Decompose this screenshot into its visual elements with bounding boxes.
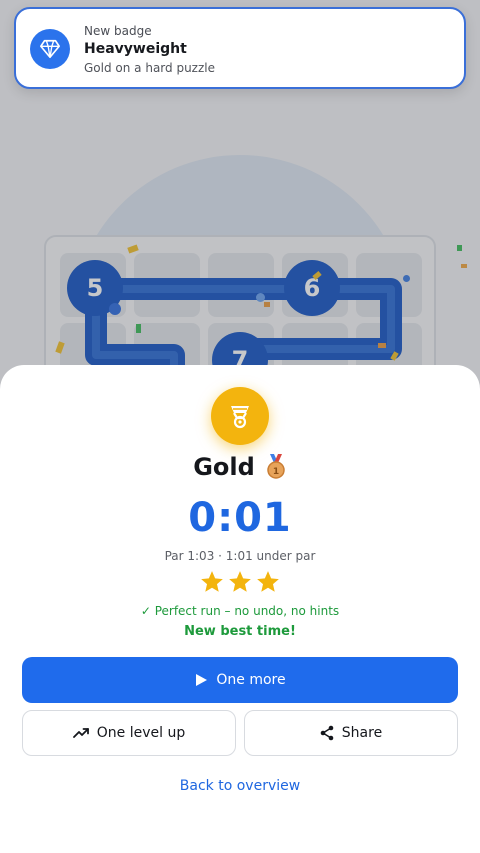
bronze-medal-icon: 1 (265, 454, 287, 480)
badge-toast[interactable]: New badge Heavyweight Gold on a hard puz… (14, 7, 466, 89)
toast-kicker: New badge (84, 24, 152, 38)
one-level-up-label: One level up (96, 725, 186, 741)
share-button[interactable]: Share (244, 710, 458, 756)
star-icon (201, 571, 223, 592)
share-icon (320, 725, 334, 741)
toast-subtitle: Gold on a hard puzzle (84, 61, 215, 75)
star-rating (0, 569, 480, 595)
par-comparison: Par 1:03 · 1:01 under par (164, 549, 316, 563)
one-more-button[interactable]: One more (22, 657, 458, 703)
toast-title: Heavyweight (84, 41, 187, 57)
one-more-label: One more (216, 672, 286, 688)
back-to-overview-link[interactable]: Back to overview (0, 778, 480, 794)
tier-name: Gold (193, 453, 255, 481)
star-icon (229, 571, 251, 592)
completion-time: 0:01 (188, 495, 292, 541)
new-best-note: New best time! (184, 624, 296, 639)
tier-row: Gold 1 (0, 453, 480, 481)
result-sheet: Gold 1 0:01 Par 1:03 · 1:01 under par ✓ … (0, 365, 480, 853)
svg-text:1: 1 (273, 467, 279, 477)
play-icon (196, 674, 208, 686)
diamond-icon (30, 29, 70, 69)
trending-up-icon (72, 728, 89, 738)
perfect-run-note: ✓ Perfect run – no undo, no hints (140, 604, 340, 618)
one-level-up-button[interactable]: One level up (22, 710, 236, 756)
star-icon (257, 571, 279, 592)
medal-icon (211, 387, 269, 445)
share-label: Share (341, 725, 383, 741)
